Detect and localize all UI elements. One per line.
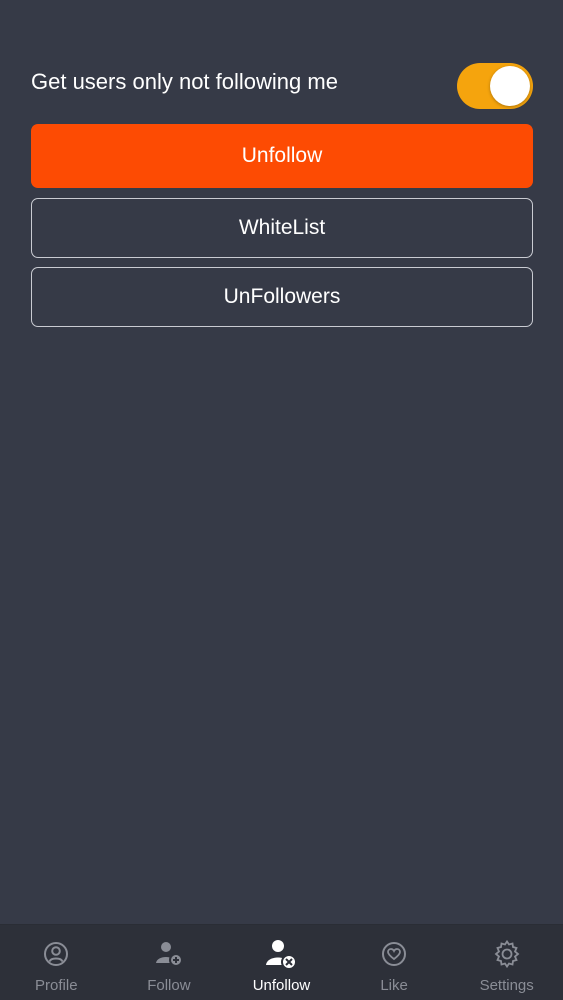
tab-follow[interactable]: Follow: [113, 925, 225, 1000]
tab-label-like: Like: [380, 977, 408, 994]
heart-icon: [377, 937, 411, 971]
bottom-tab-bar: Profile Follow Unfollow Like Settings: [0, 924, 563, 1000]
toggle-knob: [490, 66, 530, 106]
tab-unfollow[interactable]: Unfollow: [225, 925, 337, 1000]
not-following-filter-row: Get users only not following me: [31, 60, 533, 116]
follow-user-icon: [152, 937, 186, 971]
not-following-filter-label: Get users only not following me: [31, 69, 338, 94]
unfollowers-button[interactable]: UnFollowers: [31, 267, 533, 327]
tab-like[interactable]: Like: [338, 925, 450, 1000]
tab-settings[interactable]: Settings: [451, 925, 563, 1000]
tab-label-follow: Follow: [147, 977, 191, 994]
whitelist-button[interactable]: WhiteList: [31, 198, 533, 258]
unfollow-screen: Get users only not following me Unfollow…: [0, 0, 563, 1000]
unfollow-user-icon: [264, 937, 298, 971]
profile-icon: [39, 937, 73, 971]
tab-label-unfollow: Unfollow: [252, 977, 311, 994]
not-following-filter-toggle[interactable]: [457, 63, 533, 109]
gear-icon: [490, 937, 524, 971]
tab-profile[interactable]: Profile: [0, 925, 112, 1000]
tab-label-profile: Profile: [35, 977, 78, 994]
tab-label-settings: Settings: [479, 977, 534, 994]
unfollow-button[interactable]: Unfollow: [31, 124, 533, 188]
